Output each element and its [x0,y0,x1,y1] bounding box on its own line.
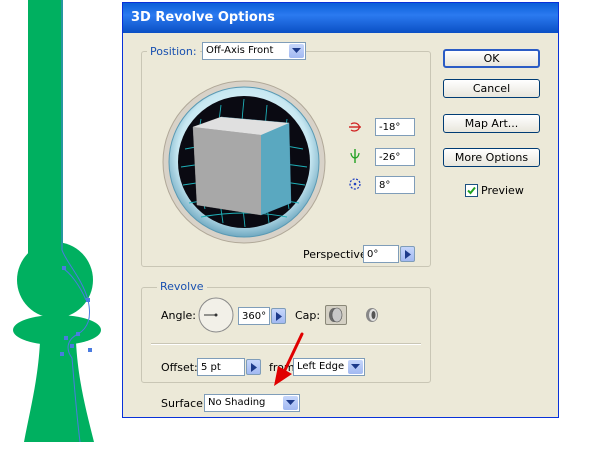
surface-value: No Shading [208,397,266,408]
x-rotation-field[interactable] [375,118,415,136]
angle-label: Angle: [161,309,197,322]
preview-checkbox[interactable] [465,184,478,197]
cancel-button[interactable]: Cancel [443,79,540,98]
z-rotation-field[interactable] [375,176,415,194]
y-axis-rotation-icon [350,149,360,163]
cap-on-icon [329,307,343,323]
perspective-label: Perspective: [303,248,371,261]
dialog-title: 3D Revolve Options [131,10,275,25]
preview-label[interactable]: Preview [481,184,524,197]
cap-on-button[interactable] [325,305,347,325]
angle-field[interactable] [238,307,270,325]
ok-button[interactable]: OK [443,49,540,68]
3d-revolve-options-dialog: 3D Revolve Options Position: Off-Axis Fr… [122,2,559,418]
green-profile-shape [13,0,101,442]
offset-stepper[interactable] [246,359,261,375]
surface-select[interactable]: No Shading [204,394,300,412]
perspective-field[interactable] [363,245,399,263]
cube-icon [192,116,292,216]
x-axis-rotation-icon [349,122,361,132]
cap-label: Cap: [295,309,321,322]
chevron-down-icon [283,396,298,410]
chevron-down-icon [348,360,363,374]
more-options-button[interactable]: More Options [443,148,540,167]
artwork-canvas [13,0,101,443]
title-bar: 3D Revolve Options [123,3,558,33]
z-axis-rotation-icon [349,178,361,190]
revolve-label: Revolve [157,280,207,293]
rotation-track-cube[interactable] [161,79,327,245]
map-art-button[interactable]: Map Art... [443,114,540,133]
perspective-stepper[interactable] [400,246,415,262]
cap-off-icon[interactable] [363,305,381,325]
angle-stepper[interactable] [271,308,286,324]
position-select[interactable]: Off-Axis Front [202,42,306,60]
surface-label: Surface: [161,397,207,410]
offset-field[interactable] [197,358,245,376]
angle-dial[interactable] [198,297,234,333]
offset-label: Offset: [161,361,198,374]
y-rotation-field[interactable] [375,148,415,166]
chevron-down-icon [289,44,304,58]
checkmark-icon [467,186,476,195]
position-value: Off-Axis Front [206,45,274,56]
position-label: Position: [147,45,200,58]
red-arrow-icon [274,332,304,386]
